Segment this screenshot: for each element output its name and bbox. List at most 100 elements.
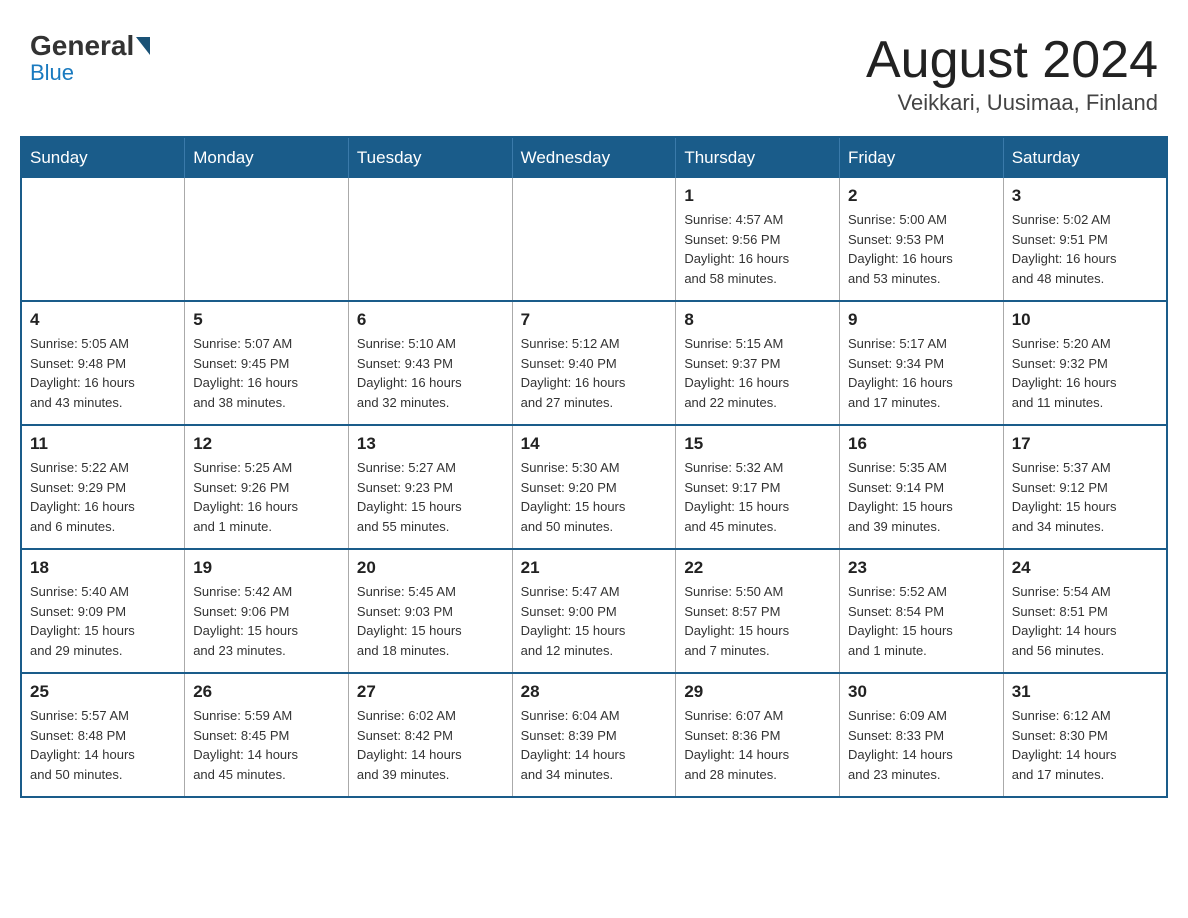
- day-number: 25: [30, 682, 176, 702]
- day-number: 29: [684, 682, 831, 702]
- calendar-day-cell: 29 Sunrise: 6:07 AMSunset: 8:36 PMDayligh…: [676, 673, 840, 797]
- calendar-day-cell: 10 Sunrise: 5:20 AMSunset: 9:32 PMDayligh…: [1003, 301, 1167, 425]
- day-number: 8: [684, 310, 831, 330]
- calendar-day-cell: 24 Sunrise: 5:54 AMSunset: 8:51 PMDayligh…: [1003, 549, 1167, 673]
- day-info: Sunrise: 5:20 AMSunset: 9:32 PMDaylight:…: [1012, 334, 1158, 412]
- day-number: 17: [1012, 434, 1158, 454]
- calendar-day-cell: 20 Sunrise: 5:45 AMSunset: 9:03 PMDayligh…: [348, 549, 512, 673]
- day-info: Sunrise: 6:09 AMSunset: 8:33 PMDaylight:…: [848, 706, 995, 784]
- calendar-day-cell: 21 Sunrise: 5:47 AMSunset: 9:00 PMDayligh…: [512, 549, 676, 673]
- day-number: 4: [30, 310, 176, 330]
- day-info: Sunrise: 6:12 AMSunset: 8:30 PMDaylight:…: [1012, 706, 1158, 784]
- calendar-day-cell: 9 Sunrise: 5:17 AMSunset: 9:34 PMDaylight…: [840, 301, 1004, 425]
- calendar-week-row: 11 Sunrise: 5:22 AMSunset: 9:29 PMDayligh…: [21, 425, 1167, 549]
- month-title: August 2024: [866, 30, 1158, 90]
- day-info: Sunrise: 5:50 AMSunset: 8:57 PMDaylight:…: [684, 582, 831, 660]
- day-info: Sunrise: 5:45 AMSunset: 9:03 PMDaylight:…: [357, 582, 504, 660]
- logo-blue: Blue: [30, 60, 74, 86]
- day-info: Sunrise: 5:52 AMSunset: 8:54 PMDaylight:…: [848, 582, 995, 660]
- day-info: Sunrise: 5:07 AMSunset: 9:45 PMDaylight:…: [193, 334, 340, 412]
- calendar-day-cell: 4 Sunrise: 5:05 AMSunset: 9:48 PMDaylight…: [21, 301, 185, 425]
- page-header: General Blue August 2024 Veikkari, Uusim…: [20, 20, 1168, 116]
- location: Veikkari, Uusimaa, Finland: [866, 90, 1158, 116]
- day-number: 31: [1012, 682, 1158, 702]
- day-number: 6: [357, 310, 504, 330]
- calendar-day-cell: 1 Sunrise: 4:57 AMSunset: 9:56 PMDaylight…: [676, 178, 840, 301]
- day-info: Sunrise: 5:17 AMSunset: 9:34 PMDaylight:…: [848, 334, 995, 412]
- calendar-day-cell: 13 Sunrise: 5:27 AMSunset: 9:23 PMDayligh…: [348, 425, 512, 549]
- day-number: 9: [848, 310, 995, 330]
- logo: General Blue: [30, 30, 152, 86]
- calendar-day-cell: 14 Sunrise: 5:30 AMSunset: 9:20 PMDayligh…: [512, 425, 676, 549]
- weekday-header-monday: Monday: [185, 137, 349, 178]
- day-info: Sunrise: 5:32 AMSunset: 9:17 PMDaylight:…: [684, 458, 831, 536]
- day-number: 21: [521, 558, 668, 578]
- day-info: Sunrise: 5:22 AMSunset: 9:29 PMDaylight:…: [30, 458, 176, 536]
- day-number: 24: [1012, 558, 1158, 578]
- calendar-day-cell: 12 Sunrise: 5:25 AMSunset: 9:26 PMDayligh…: [185, 425, 349, 549]
- day-info: Sunrise: 5:35 AMSunset: 9:14 PMDaylight:…: [848, 458, 995, 536]
- day-number: 16: [848, 434, 995, 454]
- logo-triangle-icon: [136, 37, 150, 55]
- day-info: Sunrise: 5:30 AMSunset: 9:20 PMDaylight:…: [521, 458, 668, 536]
- calendar-day-cell: 7Sunrise: 5:12 AMSunset: 9:40 PMDaylight…: [512, 301, 676, 425]
- calendar-day-cell: 15Sunrise: 5:32 AMSunset: 9:17 PMDayligh…: [676, 425, 840, 549]
- day-info: Sunrise: 5:27 AMSunset: 9:23 PMDaylight:…: [357, 458, 504, 536]
- day-number: 11: [30, 434, 176, 454]
- day-number: 19: [193, 558, 340, 578]
- day-info: Sunrise: 4:57 AMSunset: 9:56 PMDaylight:…: [684, 210, 831, 288]
- calendar-day-cell: 5 Sunrise: 5:07 AMSunset: 9:45 PMDaylight…: [185, 301, 349, 425]
- calendar-empty-cell: [185, 178, 349, 301]
- calendar-day-cell: 28Sunrise: 6:04 AMSunset: 8:39 PMDayligh…: [512, 673, 676, 797]
- logo-text: General: [30, 30, 152, 62]
- day-number: 23: [848, 558, 995, 578]
- day-number: 12: [193, 434, 340, 454]
- calendar-header-row: SundayMondayTuesdayWednesdayThursdayFrid…: [21, 137, 1167, 178]
- day-info: Sunrise: 5:59 AMSunset: 8:45 PMDaylight:…: [193, 706, 340, 784]
- day-number: 1: [684, 186, 831, 206]
- day-info: Sunrise: 5:57 AMSunset: 8:48 PMDaylight:…: [30, 706, 176, 784]
- day-number: 14: [521, 434, 668, 454]
- weekday-header-wednesday: Wednesday: [512, 137, 676, 178]
- day-info: Sunrise: 5:00 AMSunset: 9:53 PMDaylight:…: [848, 210, 995, 288]
- calendar-day-cell: 30 Sunrise: 6:09 AMSunset: 8:33 PMDayligh…: [840, 673, 1004, 797]
- calendar-day-cell: 18 Sunrise: 5:40 AMSunset: 9:09 PMDayligh…: [21, 549, 185, 673]
- calendar-day-cell: 23 Sunrise: 5:52 AMSunset: 8:54 PMDayligh…: [840, 549, 1004, 673]
- calendar-day-cell: 16 Sunrise: 5:35 AMSunset: 9:14 PMDayligh…: [840, 425, 1004, 549]
- day-info: Sunrise: 5:54 AMSunset: 8:51 PMDaylight:…: [1012, 582, 1158, 660]
- calendar-day-cell: 2 Sunrise: 5:00 AMSunset: 9:53 PMDaylight…: [840, 178, 1004, 301]
- calendar-week-row: 18 Sunrise: 5:40 AMSunset: 9:09 PMDayligh…: [21, 549, 1167, 673]
- day-number: 26: [193, 682, 340, 702]
- day-info: Sunrise: 5:40 AMSunset: 9:09 PMDaylight:…: [30, 582, 176, 660]
- calendar-day-cell: 26 Sunrise: 5:59 AMSunset: 8:45 PMDayligh…: [185, 673, 349, 797]
- calendar-day-cell: 3Sunrise: 5:02 AMSunset: 9:51 PMDaylight…: [1003, 178, 1167, 301]
- day-info: Sunrise: 6:04 AMSunset: 8:39 PMDaylight:…: [521, 706, 668, 784]
- day-info: Sunrise: 5:02 AMSunset: 9:51 PMDaylight:…: [1012, 210, 1158, 288]
- day-info: Sunrise: 5:05 AMSunset: 9:48 PMDaylight:…: [30, 334, 176, 412]
- day-number: 20: [357, 558, 504, 578]
- weekday-header-tuesday: Tuesday: [348, 137, 512, 178]
- calendar-day-cell: 27Sunrise: 6:02 AMSunset: 8:42 PMDayligh…: [348, 673, 512, 797]
- day-info: Sunrise: 5:10 AMSunset: 9:43 PMDaylight:…: [357, 334, 504, 412]
- calendar-day-cell: 8 Sunrise: 5:15 AMSunset: 9:37 PMDaylight…: [676, 301, 840, 425]
- title-area: August 2024 Veikkari, Uusimaa, Finland: [866, 30, 1158, 116]
- calendar-day-cell: 11 Sunrise: 5:22 AMSunset: 9:29 PMDayligh…: [21, 425, 185, 549]
- day-info: Sunrise: 6:07 AMSunset: 8:36 PMDaylight:…: [684, 706, 831, 784]
- day-info: Sunrise: 5:25 AMSunset: 9:26 PMDaylight:…: [193, 458, 340, 536]
- day-info: Sunrise: 5:15 AMSunset: 9:37 PMDaylight:…: [684, 334, 831, 412]
- calendar-table: SundayMondayTuesdayWednesdayThursdayFrid…: [20, 136, 1168, 798]
- day-info: Sunrise: 5:47 AMSunset: 9:00 PMDaylight:…: [521, 582, 668, 660]
- day-number: 18: [30, 558, 176, 578]
- weekday-header-saturday: Saturday: [1003, 137, 1167, 178]
- logo-general: General: [30, 30, 134, 62]
- calendar-day-cell: 25 Sunrise: 5:57 AMSunset: 8:48 PMDayligh…: [21, 673, 185, 797]
- day-number: 10: [1012, 310, 1158, 330]
- day-number: 30: [848, 682, 995, 702]
- calendar-day-cell: 22Sunrise: 5:50 AMSunset: 8:57 PMDayligh…: [676, 549, 840, 673]
- day-number: 5: [193, 310, 340, 330]
- day-number: 2: [848, 186, 995, 206]
- calendar-week-row: 4 Sunrise: 5:05 AMSunset: 9:48 PMDaylight…: [21, 301, 1167, 425]
- weekday-header-sunday: Sunday: [21, 137, 185, 178]
- day-number: 13: [357, 434, 504, 454]
- day-number: 7: [521, 310, 668, 330]
